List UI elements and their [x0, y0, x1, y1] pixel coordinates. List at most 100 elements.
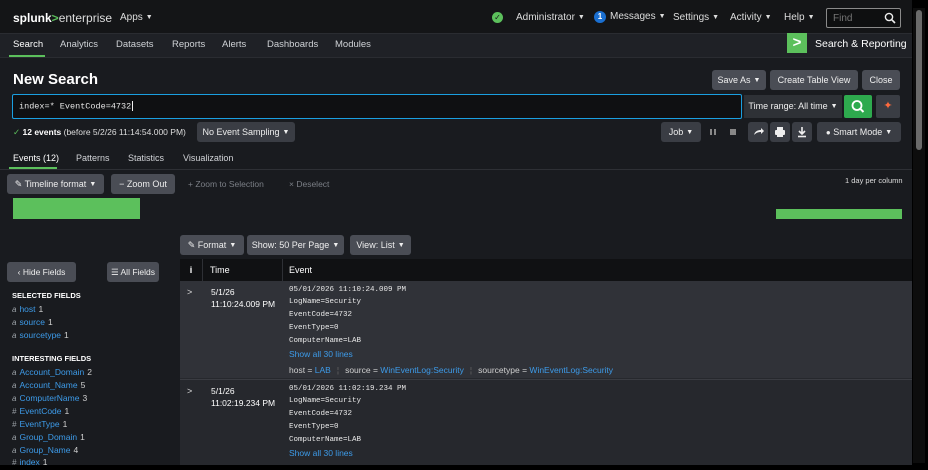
column-header-time[interactable]: Time — [202, 259, 282, 281]
search-icon[interactable] — [884, 12, 896, 24]
field-name: Account_Domain — [19, 367, 85, 377]
pause-icon[interactable] — [705, 122, 721, 142]
time-range-label: Time range: All time — [748, 101, 828, 111]
tab-events[interactable]: Events (12) — [13, 153, 59, 163]
user-menu[interactable]: Administrator ▼ — [516, 12, 585, 23]
caret-down-icon: ▼ — [577, 14, 585, 21]
all-fields-button[interactable]: ☰ All Fields — [107, 262, 159, 282]
view-label: View: List — [356, 240, 395, 250]
fields-sidebar: ‹ Hide Fields ☰ All Fields SELECTED FIEL… — [0, 256, 178, 465]
logo-brand: splunk — [13, 11, 52, 25]
nav-reports[interactable]: Reports — [172, 39, 205, 50]
host-key: host = — [289, 365, 313, 375]
tab-patterns[interactable]: Patterns — [76, 153, 110, 163]
zoom-out-button[interactable]: − Zoom Out — [111, 174, 175, 194]
sourcetype-key: sourcetype = — [478, 365, 528, 375]
nav-search[interactable]: Search — [13, 39, 43, 50]
field-count: 2 — [87, 367, 92, 377]
splunk-logo[interactable]: splunk>enterprise — [13, 11, 112, 25]
field-name: Group_Domain — [19, 432, 78, 442]
user-label: Administrator — [516, 12, 575, 23]
activity-menu[interactable]: Activity ▼ — [730, 12, 772, 23]
source-value[interactable]: WinEventLog:Security — [380, 365, 464, 375]
time-range-picker[interactable]: Time range: All time ▼ — [744, 95, 842, 118]
export-button[interactable] — [792, 122, 812, 142]
nav-analytics[interactable]: Analytics — [60, 39, 98, 50]
hide-fields-button[interactable]: ‹ Hide Fields — [7, 262, 76, 282]
caret-down-icon: ▼ — [397, 242, 405, 249]
ai-assistant-button[interactable]: ✦ — [876, 95, 900, 118]
apps-menu[interactable]: Apps ▼ — [120, 12, 153, 23]
app-nav: Search Analytics Datasets Reports Alerts… — [0, 34, 912, 58]
field-source[interactable]: a source 1 — [12, 317, 53, 327]
print-icon — [775, 127, 785, 137]
create-table-view-button[interactable]: Create Table View — [770, 70, 858, 90]
event-clock-time: 11:02:19.234 PM — [211, 398, 276, 408]
field-index[interactable]: # index 1 — [12, 457, 48, 465]
view-dropdown[interactable]: View: List ▼ — [350, 235, 411, 255]
field-account-name[interactable]: a Account_Name 5 — [12, 380, 85, 390]
nav-dashboards[interactable]: Dashboards — [267, 39, 318, 50]
share-button[interactable] — [748, 122, 768, 142]
field-eventtype[interactable]: # EventType 1 — [12, 419, 67, 429]
settings-menu[interactable]: Settings ▼ — [673, 12, 719, 23]
search-icon — [851, 100, 865, 113]
field-host[interactable]: a host 1 — [12, 304, 43, 314]
chevron-right-icon[interactable]: > — [187, 386, 192, 396]
host-value[interactable]: LAB — [315, 365, 331, 375]
field-type-icon: # — [12, 458, 17, 465]
show-all-lines-link[interactable]: Show all 30 lines — [289, 349, 353, 359]
field-account-domain[interactable]: a Account_Domain 2 — [12, 367, 92, 377]
find-input[interactable] — [827, 9, 879, 27]
app-name[interactable]: Search & Reporting — [815, 38, 907, 50]
splunk-window: splunk>enterprise Apps ▼ ✓ Administrator ▼… — [0, 0, 912, 465]
search-input[interactable]: index=* EventCode=4732 — [12, 94, 742, 119]
nav-datasets[interactable]: Datasets — [116, 39, 154, 50]
nav-alerts[interactable]: Alerts — [222, 39, 246, 50]
nav-modules[interactable]: Modules — [335, 39, 371, 50]
timeline-bar[interactable] — [13, 198, 140, 219]
table-row: > 5/1/26 11:10:24.009 PM 05/01/2026 11:10… — [180, 281, 912, 378]
field-computername[interactable]: a ComputerName 3 — [12, 393, 87, 403]
per-page-dropdown[interactable]: Show: 50 Per Page ▼ — [247, 235, 344, 255]
timeline-bar[interactable] — [776, 209, 902, 219]
chevron-right-icon[interactable]: > — [187, 287, 192, 297]
activity-label: Activity — [730, 12, 762, 23]
caret-down-icon: ▼ — [764, 14, 772, 21]
field-eventcode[interactable]: # EventCode 1 — [12, 406, 69, 416]
tab-statistics[interactable]: Statistics — [128, 153, 164, 163]
print-button[interactable] — [770, 122, 790, 142]
field-sourcetype[interactable]: a sourcetype 1 — [12, 330, 69, 340]
field-name: source — [19, 317, 45, 327]
deselect-button[interactable]: × Deselect — [289, 179, 329, 189]
health-status-icon[interactable]: ✓ — [492, 12, 503, 23]
messages-menu[interactable]: 1 Messages ▼ — [594, 11, 666, 23]
tabs-divider — [0, 169, 912, 170]
field-group-name[interactable]: a Group_Name 4 — [12, 445, 78, 455]
search-mode-dropdown[interactable]: ● Smart Mode ▼ — [817, 122, 901, 142]
job-menu[interactable]: Job ▼ — [661, 122, 701, 142]
field-count: 1 — [62, 419, 68, 429]
caret-down-icon: ▼ — [89, 181, 97, 188]
field-name: host — [19, 304, 36, 314]
pencil-icon: ✎ — [14, 179, 23, 189]
save-as-button[interactable]: Save As ▼ — [712, 70, 766, 90]
stop-icon[interactable] — [725, 122, 741, 142]
close-button[interactable]: Close — [862, 70, 900, 90]
sourcetype-value[interactable]: WinEventLog:Security — [529, 365, 613, 375]
show-all-lines-link[interactable]: Show all 30 lines — [289, 448, 353, 458]
scrollbar-thumb[interactable] — [916, 10, 922, 150]
minus-icon: − — [119, 179, 125, 189]
format-button[interactable]: ✎ Format ▼ — [180, 235, 244, 255]
timeline-format-button[interactable]: ✎ Timeline format ▼ — [7, 174, 104, 194]
format-label: Format — [197, 240, 227, 250]
field-group-domain[interactable]: a Group_Domain 1 — [12, 432, 85, 442]
tab-visualization[interactable]: Visualization — [183, 153, 233, 163]
separator: ¦ — [469, 365, 473, 375]
smart-mode-label: Smart Mode — [833, 127, 883, 137]
page-scrollbar[interactable] — [913, 8, 925, 463]
help-menu[interactable]: Help ▼ — [784, 12, 815, 23]
run-search-button[interactable] — [844, 95, 872, 118]
zoom-to-selection-button[interactable]: + Zoom to Selection — [188, 179, 264, 189]
event-sampling-dropdown[interactable]: No Event Sampling ▼ — [197, 122, 295, 142]
